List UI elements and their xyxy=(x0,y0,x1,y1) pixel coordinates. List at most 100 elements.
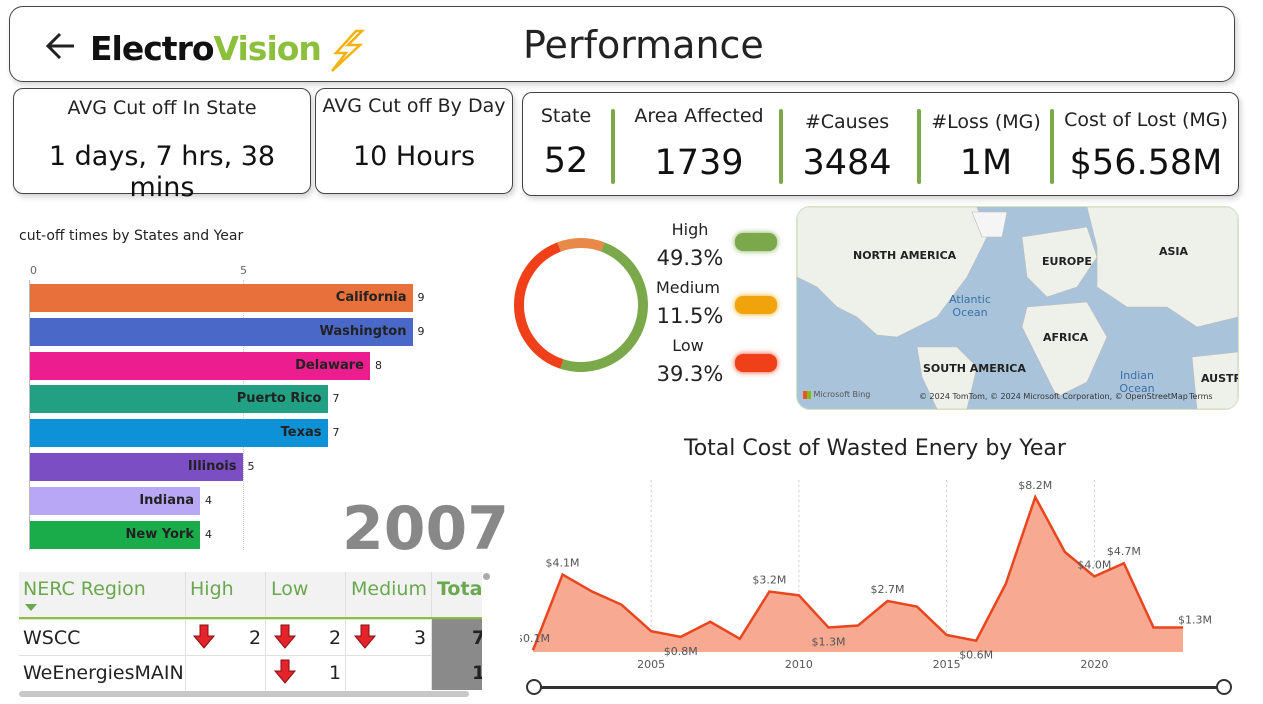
map-label-atlantic: Atlantic Ocean xyxy=(949,293,991,319)
bar-category-label: Texas xyxy=(280,425,322,441)
lightning-bolt-icon xyxy=(331,29,366,72)
matrix-header-low[interactable]: Low xyxy=(271,578,308,600)
data-label: $3.2M xyxy=(752,574,786,587)
donut-legend-pct: 49.3% xyxy=(656,246,724,270)
data-label: $0.8M xyxy=(664,645,698,658)
map-label-europe: EUROPE xyxy=(1042,255,1092,268)
matrix-cell-high: 2 xyxy=(249,627,262,649)
bar-category-label: California xyxy=(335,290,407,305)
year-slider-end-handle[interactable] xyxy=(1216,679,1232,695)
stat-value: 3484 xyxy=(802,143,892,183)
x-tick-label: 2005 xyxy=(637,658,665,671)
bar-value-label: 4 xyxy=(205,493,212,507)
donut-legend-label: High xyxy=(671,220,709,239)
kpi-value: 10 Hours xyxy=(352,141,476,172)
matrix-cell-total: 7 xyxy=(472,627,482,649)
kpi-label: AVG Cut off In State xyxy=(67,97,257,119)
year-slider-start-handle[interactable] xyxy=(526,679,542,695)
arrow-down-icon xyxy=(273,624,297,649)
data-label: $8.2M xyxy=(1018,479,1052,492)
data-label: $0.6M xyxy=(959,649,993,662)
year-slider-track[interactable] xyxy=(532,686,1224,689)
bar-value-label: 4 xyxy=(205,527,212,541)
bar-new-york[interactable]: New York xyxy=(30,520,200,549)
map-label-africa: AFRICA xyxy=(1043,331,1089,344)
kpi-value: 1 days, 7 hrs, 38 mins xyxy=(48,141,276,203)
matrix-cell-low: 2 xyxy=(329,627,342,649)
bar-value-label: 8 xyxy=(375,358,382,372)
matrix-cell-region: WSCC xyxy=(23,627,81,649)
stat-cost-of-lost: Cost of Lost (MG) $56.58M xyxy=(1055,93,1237,195)
arrow-down-icon xyxy=(353,624,377,649)
stat-value: 1M xyxy=(959,143,1013,183)
stat-label: #Loss (MG) xyxy=(931,111,1041,133)
stat-label: Cost of Lost (MG) xyxy=(1064,109,1228,131)
map-credits: © 2024 TomTom, © 2024 Microsoft Corporat… xyxy=(919,392,1188,401)
header-bar: ElectroVision Performance xyxy=(9,6,1235,82)
bar-washington[interactable]: Washington xyxy=(30,317,413,346)
data-label: $2.7M xyxy=(871,583,905,596)
donut-slice-high[interactable] xyxy=(560,242,648,372)
arrow-down-icon xyxy=(192,624,216,649)
matrix-cell-region: WeEnergiesMAIN xyxy=(23,662,184,684)
area-chart: 2005 2010 2015 2020 $0.1M $4.1M $0.8M $3.2M $1.3… xyxy=(520,479,1212,671)
legend-pill-medium[interactable] xyxy=(735,296,777,314)
matrix-header-medium[interactable]: Medium xyxy=(351,578,427,600)
area-fill xyxy=(533,497,1183,652)
x-tick-label: 2010 xyxy=(785,658,813,671)
bar-category-label: Illinois xyxy=(187,459,237,474)
line-chart-title: Total Cost of Wasted Enery by Year xyxy=(684,436,1066,461)
donut-slice-medium[interactable] xyxy=(557,238,605,252)
matrix-header-high[interactable]: High xyxy=(190,578,234,600)
year-label: 2007 xyxy=(342,494,509,564)
donut-legend-label: Medium xyxy=(656,278,720,297)
donut-legend-label: Low xyxy=(672,336,704,355)
stat-divider xyxy=(779,109,783,184)
bar-illinois[interactable]: Illinois xyxy=(30,453,243,481)
data-label: $1.3M xyxy=(811,635,845,648)
legend-pill-low[interactable] xyxy=(735,354,777,372)
matrix-header-total[interactable]: Total xyxy=(437,578,482,600)
bar-value-label: 9 xyxy=(417,324,425,338)
bar-indiana[interactable]: Indiana xyxy=(30,486,200,515)
bar-category-label: Indiana xyxy=(139,492,194,508)
map-label-south-america: SOUTH AMERICA xyxy=(923,362,1026,375)
bar-california[interactable]: California xyxy=(30,284,413,312)
stat-divider xyxy=(1050,109,1054,184)
map-label-australia: AUSTR xyxy=(1201,372,1239,385)
map-terms-link[interactable]: Terms xyxy=(1189,392,1213,401)
sort-down-icon[interactable] xyxy=(25,604,37,612)
donut-chart xyxy=(514,238,648,372)
map-label-north-america: NORTH AMERICA xyxy=(853,249,957,262)
stats-card: State 52 Area Affected 1739 #Causes 3484… xyxy=(522,92,1239,196)
bar-category-label: Delaware xyxy=(295,357,364,373)
scroll-dot[interactable] xyxy=(483,573,490,580)
donut-legend-pct: 39.3% xyxy=(656,362,724,386)
logo-word-electro: Electro xyxy=(90,29,215,68)
stat-divider xyxy=(611,109,615,184)
stat-causes: #Causes 3484 xyxy=(787,93,907,195)
bar-value-label: 7 xyxy=(332,392,340,406)
back-arrow-icon[interactable] xyxy=(44,29,78,63)
bar-delaware[interactable]: Delaware xyxy=(30,351,370,380)
donut-legend-pct: 11.5% xyxy=(656,304,724,328)
world-map[interactable]: NORTH AMERICA EUROPE ASIA AFRICA SOUTH A… xyxy=(796,206,1239,410)
bar-texas[interactable]: Texas xyxy=(30,419,328,448)
stat-label: State xyxy=(540,105,592,127)
matrix-scrollbar[interactable] xyxy=(19,691,469,697)
matrix-cell-medium: 3 xyxy=(414,627,427,649)
matrix-header-region[interactable]: NERC Region xyxy=(23,578,146,600)
kpi-avg-cutoff-state: AVG Cut off In State 1 days, 7 hrs, 38 m… xyxy=(13,88,311,203)
x-tick-label: 2020 xyxy=(1080,658,1108,671)
bar-value-label: 9 xyxy=(417,291,425,304)
bar-value-label: 5 xyxy=(247,460,255,473)
bar-puerto-rico[interactable]: Puerto Rico xyxy=(30,385,328,414)
legend-pill-high[interactable] xyxy=(735,233,777,251)
donut-slice-low[interactable] xyxy=(514,242,564,369)
bar-value-label: 7 xyxy=(332,426,340,440)
kpi-avg-cutoff-day: AVG Cut off By Day 10 Hours xyxy=(315,88,513,194)
data-label: $4.0M xyxy=(1077,558,1111,571)
logo-word-vision: Vision xyxy=(213,29,322,68)
matrix-cell-total: 1 xyxy=(472,662,482,684)
map-brand-text: Microsoft Bing xyxy=(813,390,871,399)
